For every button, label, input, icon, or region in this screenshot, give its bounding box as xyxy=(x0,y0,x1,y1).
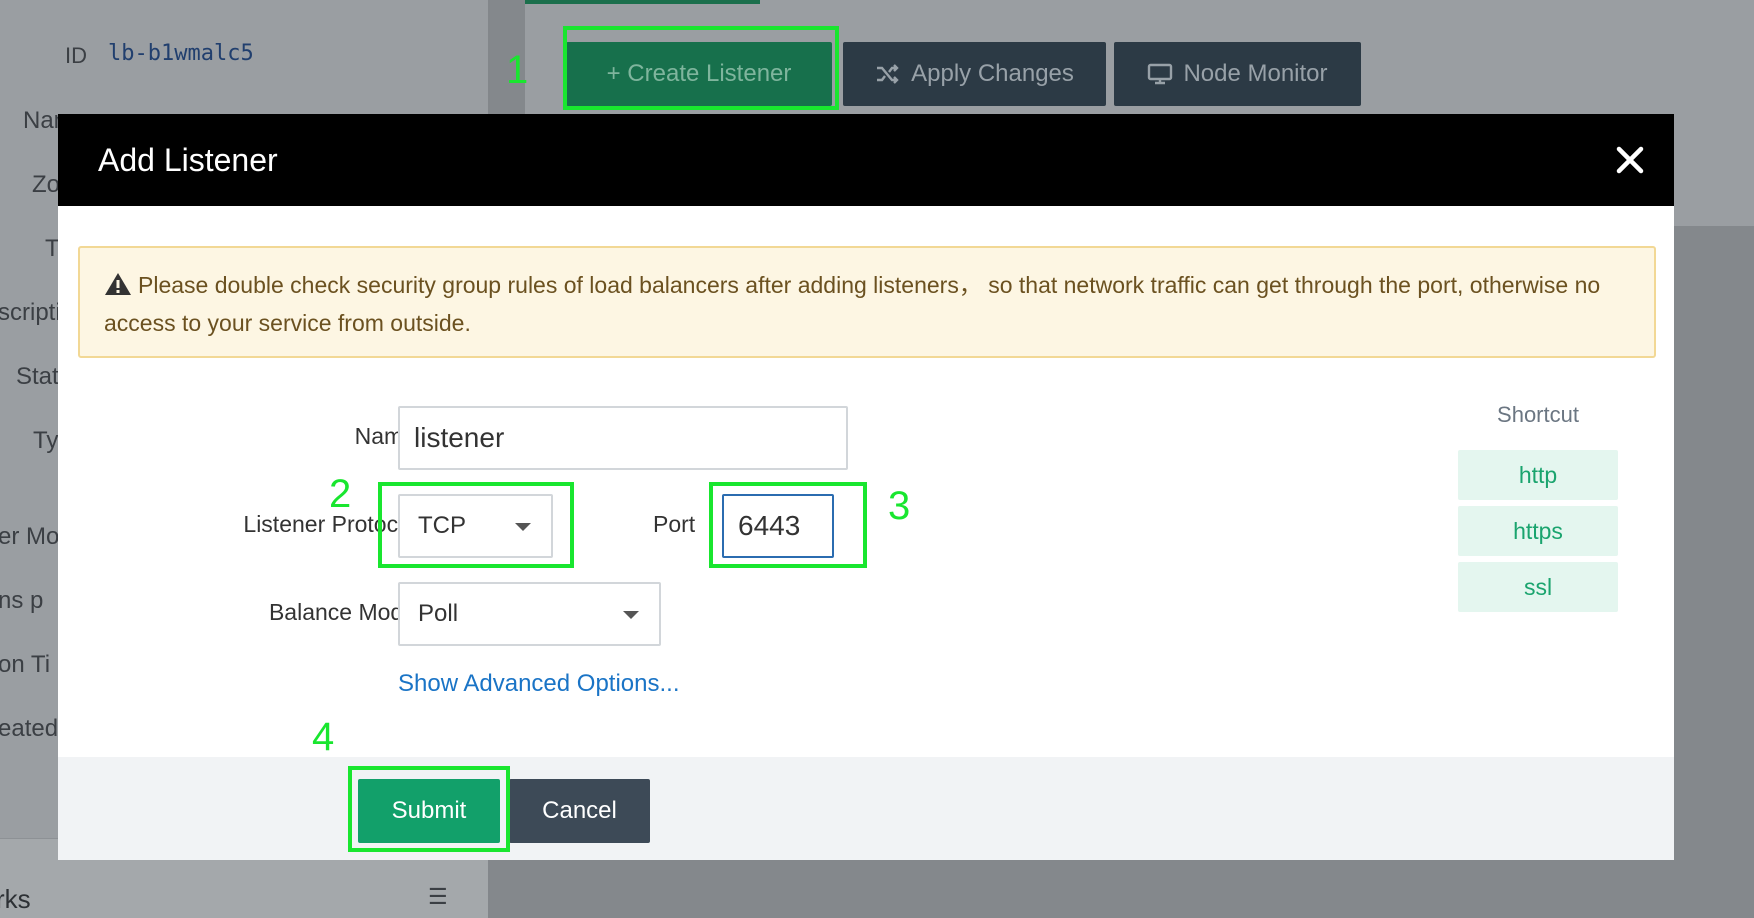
shortcut-https-button[interactable]: https xyxy=(1458,506,1618,556)
port-label: Port xyxy=(653,511,696,537)
annotation-box-4 xyxy=(348,766,510,852)
monitor-icon xyxy=(1148,63,1173,85)
annotation-box-2 xyxy=(378,482,574,568)
modal-title: Add Listener xyxy=(98,142,278,178)
shuffle-icon xyxy=(877,64,899,84)
shortcut-http-button[interactable]: http xyxy=(1458,450,1618,500)
id-value: lb-b1wmalc5 xyxy=(108,41,254,66)
detail-label-description: scripti xyxy=(0,299,61,326)
shortcut-title: Shortcut xyxy=(1497,402,1579,427)
modal-header: Add Listener xyxy=(58,114,1674,206)
detail-label-created: eated xyxy=(0,715,59,742)
name-input[interactable]: listener xyxy=(398,406,848,470)
close-icon[interactable] xyxy=(1614,144,1646,176)
balance-mode-label: Balance Mode xyxy=(268,599,416,625)
node-monitor-button[interactable]: Node Monitor xyxy=(1114,42,1361,106)
active-tab-indicator xyxy=(525,0,760,4)
detail-label-status: Stat xyxy=(16,363,59,390)
chevron-down-icon xyxy=(623,611,639,619)
warning-icon xyxy=(105,273,131,295)
annotation-box-1 xyxy=(563,26,839,110)
warning-text: Please double check security group rules… xyxy=(104,272,1601,336)
annotation-number-3: 3 xyxy=(888,484,911,528)
balance-mode-select[interactable]: Poll xyxy=(398,582,661,646)
shortcut-ssl-button[interactable]: ssl xyxy=(1458,562,1618,612)
cancel-button[interactable]: Cancel xyxy=(509,779,650,843)
section-title: rks xyxy=(0,884,31,914)
detail-label-time: on Ti xyxy=(0,651,51,678)
detail-label-ns: ns p xyxy=(0,587,44,614)
modal-footer xyxy=(58,757,1674,860)
annotation-number-4: 4 xyxy=(312,715,335,759)
show-advanced-options-link[interactable]: Show Advanced Options... xyxy=(398,670,680,698)
menu-icon[interactable]: ☰ xyxy=(428,884,448,910)
detail-label-ty: Ty xyxy=(33,427,59,454)
annotation-box-3 xyxy=(709,482,867,568)
detail-label-mode: er Mo xyxy=(0,523,60,550)
apply-changes-button[interactable]: Apply Changes xyxy=(843,42,1106,106)
id-label: ID xyxy=(65,43,87,68)
annotation-number-1: 1 xyxy=(506,48,529,92)
annotation-number-2: 2 xyxy=(329,472,352,516)
security-warning: Please double check security group rules… xyxy=(78,246,1656,358)
detail-label-zone: Zo xyxy=(32,171,61,198)
